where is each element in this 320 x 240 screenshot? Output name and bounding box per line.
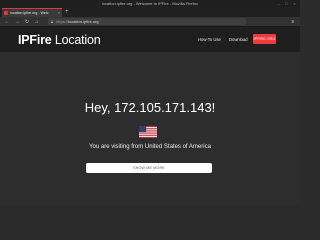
maximize-button[interactable]: □ (284, 1, 289, 6)
site-logo[interactable]: IPFire Location (18, 33, 101, 47)
site-header: IPFire Location How-To Use Download IPFI… (0, 27, 300, 52)
hamburger-menu-icon[interactable]: ≡ (290, 19, 296, 25)
logo-bold: IPFire (18, 33, 52, 47)
logo-light: Location (51, 33, 101, 47)
window-titlebar: location.ipfire.org - Welcome to IPFire … (0, 0, 300, 7)
window-title: location.ipfire.org - Welcome to IPFire … (101, 1, 199, 6)
back-arrow-icon[interactable]: ← (4, 19, 10, 25)
url-prefix: https:// (56, 19, 69, 24)
browser-tab[interactable]: location.ipfire.org - Welc × (2, 8, 62, 17)
forward-arrow-icon[interactable]: → (14, 19, 20, 25)
ipfire-favicon-icon (4, 11, 8, 15)
us-flag-icon (139, 126, 157, 138)
show-me-more-button[interactable]: SHOW ME MORE (86, 163, 212, 173)
minimize-button[interactable]: – (276, 1, 281, 6)
tab-strip: location.ipfire.org - Welc × + (0, 7, 300, 17)
nav-link-download[interactable]: Download (229, 37, 248, 42)
url-host: location.ipfire.org (68, 19, 99, 24)
web-page: IPFire Location How-To Use Download IPFI… (0, 27, 300, 205)
close-window-button[interactable]: × (292, 1, 297, 6)
tab-close-icon[interactable]: × (58, 11, 60, 15)
home-icon[interactable]: ⌂ (34, 19, 40, 25)
lock-icon[interactable]: 🔒︎ (51, 19, 53, 24)
visiting-country-text: You are visiting from United States of A… (89, 144, 211, 150)
tab-label: location.ipfire.org - Welc (10, 11, 49, 15)
greeting-heading: Hey, 172.105.171.143! (84, 100, 216, 115)
url-text[interactable]: https://location.ipfire.org (56, 19, 98, 24)
new-tab-button[interactable]: + (65, 9, 69, 16)
url-bar[interactable]: 🔒︎ https://location.ipfire.org (48, 18, 246, 25)
window-controls: – □ × (276, 1, 297, 6)
ipfire-org-button[interactable]: IPFIRE.ORG (253, 34, 276, 44)
navigation-toolbar: ← → ↻ ⌂ 🔒︎ https://location.ipfire.org ≡ (0, 17, 300, 27)
reload-icon[interactable]: ↻ (24, 19, 30, 25)
nav-link-how-to-use[interactable]: How-To Use (198, 37, 221, 42)
